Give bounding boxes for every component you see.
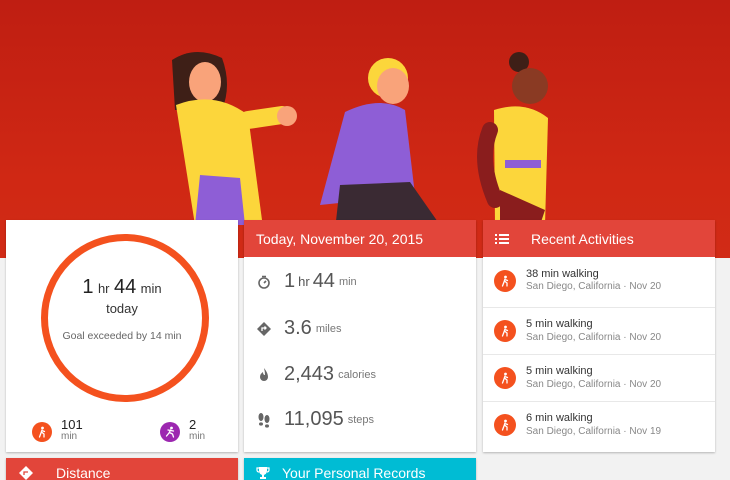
activity-title: 6 min walking <box>526 412 593 425</box>
running-minutes: 2 min <box>160 418 205 442</box>
distance-card-title: Distance <box>56 465 111 480</box>
directions-icon <box>244 321 284 337</box>
distance-card-header: Distance <box>6 458 238 480</box>
summary-minutes: 44 <box>113 276 137 298</box>
duration-hours-unit: hr <box>298 274 310 289</box>
walking-icon <box>494 269 516 292</box>
duration-minutes: 44 <box>312 270 335 292</box>
calories-unit: calories <box>338 368 376 381</box>
stat-distance: 3.6 miles <box>244 317 341 340</box>
activity-item[interactable]: 6 min walking San Diego, California · No… <box>483 401 715 448</box>
activity-subtitle: San Diego, California · Nov 20 <box>526 281 662 293</box>
distance-unit: miles <box>315 322 342 335</box>
activity-subtitle: San Diego, California · Nov 20 <box>526 378 662 390</box>
walking-minutes-unit: min <box>61 430 78 442</box>
trophy-icon <box>256 466 270 480</box>
walking-icon <box>494 320 516 342</box>
activity-item[interactable]: 38 min walking San Diego, California · N… <box>483 257 715 304</box>
stat-calories: 2,443 calories <box>244 363 376 386</box>
activity-title: 5 min walking <box>526 365 593 378</box>
distance-value: 3.6 <box>284 317 312 339</box>
activity-subtitle: San Diego, California · Nov 20 <box>526 331 662 343</box>
personal-records-card[interactable]: Your Personal Records <box>244 458 476 480</box>
stat-steps: 11,095 steps <box>244 408 374 431</box>
daily-stats-card[interactable]: Today, November 20, 2015 1 hr 44 min 3.6… <box>244 220 476 452</box>
walking-icon <box>494 367 516 389</box>
summary-hours-unit: hr <box>97 281 110 296</box>
summary-hours: 1 <box>82 276 94 298</box>
activity-title: 5 min walking <box>526 318 593 331</box>
calories-value: 2,443 <box>284 363 335 385</box>
running-minutes-unit: min <box>189 430 206 442</box>
recent-activities-header: Recent Activities <box>483 220 715 257</box>
activity-item[interactable]: 5 min walking San Diego, California · No… <box>483 354 715 401</box>
footsteps-icon <box>244 412 284 428</box>
goal-status: Goal exceeded by 14 min <box>62 330 182 342</box>
duration-hours: 1 <box>284 270 296 292</box>
flame-icon <box>244 367 284 383</box>
steps-unit: steps <box>347 413 374 426</box>
running-icon <box>160 422 180 442</box>
recent-activities-title: Recent Activities <box>531 230 634 247</box>
daily-summary-card[interactable]: 1 hr 44 min today Goal exceeded by 14 mi… <box>6 220 238 452</box>
activity-subtitle: San Diego, California · Nov 19 <box>526 425 662 437</box>
timer-icon <box>244 275 284 289</box>
summary-period: today <box>106 301 138 316</box>
walking-icon <box>494 414 516 436</box>
walking-minutes-value: 101 <box>61 417 83 432</box>
recent-activities-card[interactable]: Recent Activities 38 min walking San Die… <box>483 220 715 452</box>
directions-icon <box>18 465 34 480</box>
duration-minutes-unit: min <box>338 275 357 288</box>
steps-value: 11,095 <box>284 408 344 430</box>
summary-minutes-unit: min <box>140 281 162 296</box>
running-minutes-value: 2 <box>189 417 197 432</box>
activity-item[interactable]: 5 min walking San Diego, California · No… <box>483 307 715 354</box>
activity-title: 38 min walking <box>526 267 599 280</box>
walking-minutes: 101 min <box>32 418 83 442</box>
personal-records-header: Your Personal Records <box>244 458 476 480</box>
stat-duration: 1 hr 44 min <box>244 270 357 293</box>
personal-records-title: Your Personal Records <box>282 465 426 480</box>
walking-icon <box>32 422 52 442</box>
list-icon <box>495 233 509 245</box>
distance-card[interactable]: Distance <box>6 458 238 480</box>
daily-stats-title: Today, November 20, 2015 <box>244 220 476 257</box>
